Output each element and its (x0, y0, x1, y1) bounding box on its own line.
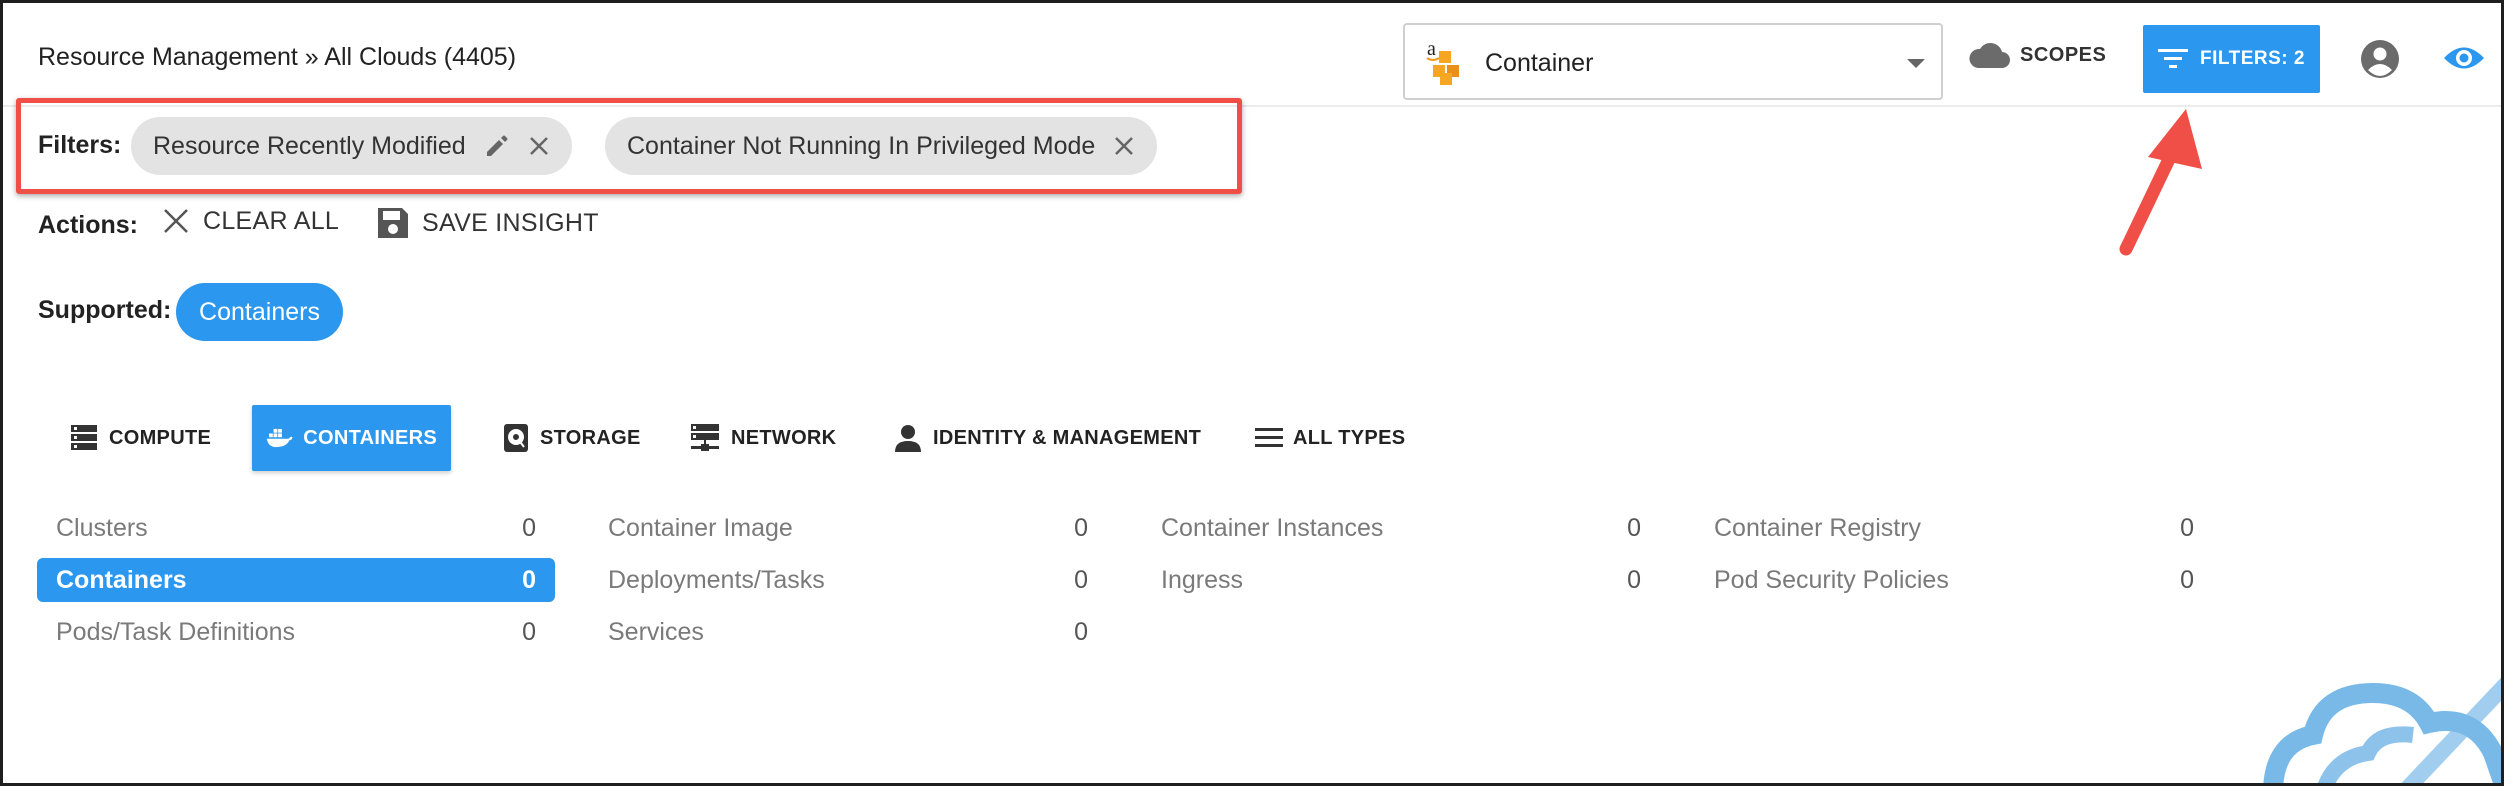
resource-item-container-registry[interactable]: Container Registry 0 (1695, 506, 2213, 550)
resource-count: 0 (1074, 617, 1088, 646)
filters-button-label: FILTERS: 2 (2200, 48, 2305, 69)
list-icon (1255, 428, 1283, 447)
resource-item-pod-security-policies[interactable]: Pod Security Policies 0 (1695, 558, 2213, 602)
save-insight-button[interactable]: SAVE INSIGHT (376, 206, 599, 240)
resource-label: Pod Security Policies (1714, 565, 1949, 594)
resource-count: 0 (1074, 513, 1088, 542)
breadcrumb[interactable]: Resource Management » All Clouds (4405) (38, 43, 516, 72)
tab-network[interactable]: NETWORK (675, 405, 850, 471)
resource-count: 0 (522, 513, 536, 542)
resource-item-deployments-tasks[interactable]: Deployments/Tasks 0 (589, 558, 1107, 602)
filter-chip-label: Resource Recently Modified (153, 131, 466, 160)
edit-icon[interactable] (484, 133, 510, 159)
filter-chip[interactable]: Container Not Running In Privileged Mode (605, 117, 1158, 175)
tab-identity-label: IDENTITY & MANAGEMENT (933, 426, 1202, 449)
scopes-button[interactable]: SCOPES (1968, 41, 2106, 69)
resource-label: Container Registry (1714, 513, 1922, 542)
resource-item-clusters[interactable]: Clusters 0 (37, 506, 555, 550)
resource-count: 0 (522, 617, 536, 646)
tab-all-types[interactable]: ALL TYPES (1241, 405, 1419, 471)
supported-badge: Containers (176, 283, 343, 341)
tab-network-label: NETWORK (731, 426, 837, 449)
actions-label: Actions: (38, 211, 138, 239)
resource-item-pods-task-definitions[interactable]: Pods/Task Definitions 0 (37, 610, 555, 654)
cloud-icon (1969, 43, 2010, 68)
account-circle-icon[interactable] (2360, 39, 2400, 79)
network-icon (691, 424, 719, 451)
app-window: Resource Management » All Clouds (4405) … (0, 0, 2504, 786)
clear-all-label: CLEAR ALL (203, 206, 340, 235)
aws-logo-icon: a (1426, 39, 1459, 85)
close-icon[interactable] (1113, 135, 1135, 157)
close-icon[interactable] (528, 135, 550, 157)
svg-text:a: a (1427, 39, 1436, 60)
docker-icon (266, 428, 293, 448)
clear-all-button[interactable]: CLEAR ALL (161, 206, 339, 236)
resource-label: Pods/Task Definitions (56, 617, 296, 646)
tab-all-types-label: ALL TYPES (1293, 426, 1406, 449)
resource-label: Ingress (1161, 565, 1243, 594)
resource-label: Clusters (56, 513, 148, 542)
resource-item-services[interactable]: Services 0 (589, 610, 1107, 654)
cloud-selector-dropdown[interactable]: a Container (1403, 23, 1943, 100)
save-insight-label: SAVE INSIGHT (422, 208, 599, 237)
resource-count: 0 (1627, 565, 1641, 594)
filter-chip-label: Container Not Running In Privileged Mode (627, 131, 1096, 160)
tab-compute[interactable]: COMPUTE (55, 405, 225, 471)
resource-count: 0 (2180, 513, 2194, 542)
tab-storage[interactable]: STORAGE (488, 405, 655, 471)
tab-containers-label: CONTAINERS (303, 426, 437, 449)
person-icon (895, 425, 921, 452)
resource-label: Containers (56, 565, 187, 594)
resource-label: Container Instances (1161, 513, 1384, 542)
resource-item-ingress[interactable]: Ingress 0 (1142, 558, 1660, 602)
filters-label: Filters: (38, 131, 122, 159)
cloud-selector-value: Container (1485, 49, 1594, 77)
resource-label: Services (608, 617, 704, 646)
tab-storage-label: STORAGE (540, 426, 641, 449)
chevron-down-icon (1907, 59, 1925, 68)
filter-icon (2158, 49, 2189, 68)
supported-label: Supported: (38, 296, 172, 324)
storage-icon (504, 424, 528, 452)
resource-count: 0 (1627, 513, 1641, 542)
resource-item-containers[interactable]: Containers 0 (37, 558, 555, 602)
annotation-arrow (2119, 109, 2202, 256)
close-icon (164, 209, 188, 233)
scopes-label: SCOPES (2020, 43, 2107, 66)
tab-containers[interactable]: CONTAINERS (252, 405, 451, 471)
save-icon (378, 208, 408, 238)
tab-compute-label: COMPUTE (109, 426, 212, 449)
resource-label: Deployments/Tasks (608, 565, 825, 594)
resource-count: 0 (1074, 565, 1088, 594)
resource-count: 0 (522, 565, 536, 594)
filters-button[interactable]: FILTERS: 2 (2143, 25, 2320, 93)
server-icon (71, 425, 97, 450)
cloud-logo-decoration (2263, 677, 2501, 783)
eye-icon[interactable] (2443, 43, 2485, 73)
tab-identity-management[interactable]: IDENTITY & MANAGEMENT (879, 405, 1215, 471)
resource-count: 0 (2180, 565, 2194, 594)
resource-label: Container Image (608, 513, 793, 542)
filter-chip[interactable]: Resource Recently Modified (131, 117, 572, 175)
resource-item-container-instances[interactable]: Container Instances 0 (1142, 506, 1660, 550)
resource-item-container-image[interactable]: Container Image 0 (589, 506, 1107, 550)
